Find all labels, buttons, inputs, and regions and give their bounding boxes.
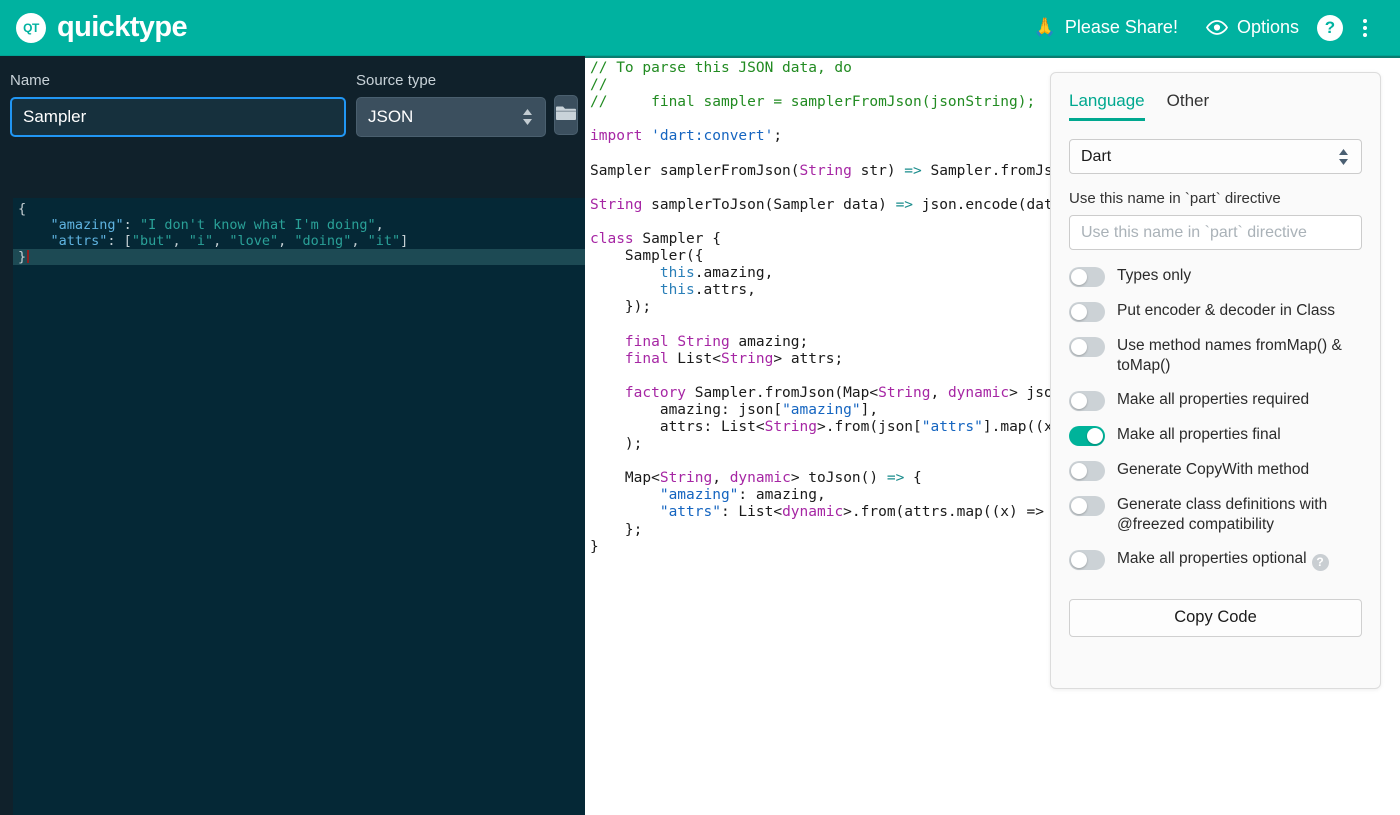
source-type-select[interactable]: JSON	[356, 97, 546, 137]
toggle-label: Make all properties final	[1117, 426, 1281, 443]
source-type-value: JSON	[368, 107, 414, 126]
option-toggle-row[interactable]: Make all properties final	[1069, 425, 1362, 446]
header-actions: 🙏 Please Share! Options ?	[1019, 11, 1384, 44]
quicktype-logo-icon: QT	[16, 12, 46, 43]
text-cursor	[27, 250, 30, 263]
eye-icon	[1205, 20, 1228, 35]
options-toggle-list: Types only Put encoder & decoder in Class…	[1069, 266, 1362, 571]
chevron-updown-icon	[521, 108, 534, 126]
options-button[interactable]: Options	[1192, 11, 1313, 44]
tab-other[interactable]: Other	[1167, 91, 1210, 121]
options-panel: Language Other Dart Use this name in `par…	[1050, 72, 1381, 689]
toggle-switch[interactable]	[1069, 426, 1105, 446]
toggle-knob	[1071, 498, 1087, 514]
folder-icon	[555, 104, 577, 127]
brand-name: quicktype	[57, 11, 188, 43]
source-fields: Name Source type JSON	[0, 56, 585, 137]
toggle-switch[interactable]	[1069, 302, 1105, 322]
toggle-knob	[1071, 463, 1087, 479]
brand[interactable]: QT quicktype	[16, 11, 188, 44]
json-line: {	[18, 201, 27, 217]
quicktype-app: QT quicktype 🙏 Please Share! Options ? N…	[0, 0, 1400, 815]
toggle-switch[interactable]	[1069, 461, 1105, 481]
json-line: }	[13, 249, 585, 265]
toggle-switch[interactable]	[1069, 337, 1105, 357]
option-toggle-row[interactable]: Use method names fromMap() & toMap()	[1069, 336, 1362, 376]
chevron-updown-icon	[1337, 148, 1350, 166]
options-tabs: Language Other	[1069, 91, 1362, 121]
praying-hands-icon: 🙏	[1033, 17, 1056, 37]
toggle-label: Generate class definitions with @freezed…	[1117, 496, 1328, 533]
option-toggle-row[interactable]: Generate class definitions with @freezed…	[1069, 495, 1362, 535]
toggle-switch[interactable]	[1069, 550, 1105, 570]
name-input[interactable]	[10, 97, 346, 137]
toggle-knob	[1071, 552, 1087, 568]
toggle-switch[interactable]	[1069, 496, 1105, 516]
open-file-button[interactable]	[554, 95, 578, 135]
json-line: "attrs": ["but", "i", "love", "doing", "…	[50, 233, 409, 249]
toggle-knob	[1087, 428, 1103, 444]
help-icon[interactable]: ?	[1317, 14, 1343, 41]
option-toggle-row[interactable]: Make all properties optional?	[1069, 549, 1362, 571]
json-code-content: { "amazing": "I don't know what I'm doin…	[13, 201, 585, 265]
language-select[interactable]: Dart	[1069, 139, 1362, 174]
toggle-label: Use method names fromMap() & toMap()	[1117, 337, 1342, 374]
kebab-menu-icon[interactable]	[1352, 15, 1378, 41]
part-directive-input[interactable]	[1069, 215, 1362, 250]
name-field-group: Name	[10, 72, 346, 137]
json-line: "amazing": "I don't know what I'm doing"…	[50, 217, 384, 233]
name-label: Name	[10, 72, 51, 89]
toggle-label: Types only	[1117, 267, 1192, 284]
option-toggle-row[interactable]: Make all properties required	[1069, 390, 1362, 411]
option-toggle-row[interactable]: Generate CopyWith method	[1069, 460, 1362, 481]
toggle-knob	[1071, 304, 1087, 320]
source-panel: Name Source type JSON	[0, 56, 585, 815]
option-toggle-row[interactable]: Types only	[1069, 266, 1362, 287]
json-source-editor[interactable]: { "amazing": "I don't know what I'm doin…	[0, 198, 585, 815]
options-label: Options	[1236, 17, 1299, 37]
tab-language[interactable]: Language	[1069, 91, 1145, 121]
editor-gutter	[0, 198, 13, 815]
please-share-label: Please Share!	[1064, 17, 1178, 37]
toggle-knob	[1071, 339, 1087, 355]
option-toggle-row[interactable]: Put encoder & decoder in Class	[1069, 301, 1362, 322]
toggle-label: Make all properties required	[1117, 391, 1310, 408]
language-select-value: Dart	[1081, 147, 1112, 165]
help-icon[interactable]: ?	[1311, 553, 1329, 571]
please-share-button[interactable]: 🙏 Please Share!	[1019, 11, 1192, 44]
part-directive-label: Use this name in `part` directive	[1069, 190, 1281, 207]
toggle-switch[interactable]	[1069, 391, 1105, 411]
copy-code-button[interactable]: Copy Code	[1069, 598, 1362, 637]
toggle-switch[interactable]	[1069, 267, 1105, 287]
code-pane-top-rule	[585, 56, 1400, 58]
source-type-label: Source type	[356, 72, 437, 89]
app-header: QT quicktype 🙏 Please Share! Options ?	[0, 0, 1400, 56]
toggle-label: Generate CopyWith method	[1117, 461, 1310, 478]
toggle-knob	[1071, 393, 1087, 409]
source-type-field-group: Source type JSON	[356, 72, 546, 137]
toggle-label: Put encoder & decoder in Class	[1117, 302, 1335, 319]
toggle-label: Make all properties optional?	[1117, 549, 1329, 571]
toggle-knob	[1071, 269, 1087, 285]
